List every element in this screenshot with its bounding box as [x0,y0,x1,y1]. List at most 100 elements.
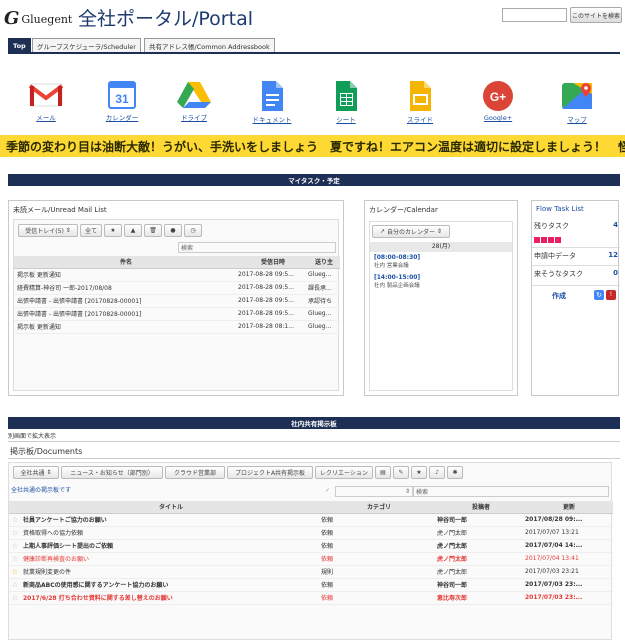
board-row[interactable]: ☆ 上期人事評価シート提出のご依頼 依頼 虎ノ門太郎 2017/07/04 14:... [9,539,613,553]
flow-task-title: Flow Task List [536,205,584,213]
star-icon[interactable]: ☆ [12,555,18,563]
board-tab-common[interactable]: 全社共通 ⇕ [13,466,59,479]
divider [8,458,620,459]
star-icon[interactable]: ☆ [12,581,18,589]
flow-priority-bars [534,237,561,243]
flow-item-remaining[interactable]: 残りタスク 4 [534,221,618,235]
board-tab-cloud-sales[interactable]: クラウド営業部 [165,466,225,479]
col-category[interactable]: カテゴリ [321,501,437,514]
app-maps[interactable]: マップ [555,80,599,124]
board-section-header: 社内共有掲示板 [8,417,620,429]
mail-toolbar: 受信トレイ(5) ⇕ 全て ★ ▲ 🗑 ● ◷ [18,224,202,237]
mail-search-input[interactable]: 検索 [178,242,336,253]
calendar-event[interactable]: [08:00-08:30] 社内 営業会議 [374,254,510,269]
gluegent-logo[interactable]: G Gluegent [4,8,72,30]
tab-top[interactable]: Top [8,38,31,52]
delete-button[interactable]: 🗑 [144,224,162,237]
star-icon[interactable]: ☆ [12,542,18,550]
app-drive[interactable]: ドライブ [172,80,216,124]
app-googleplus[interactable]: G+ Google+ [476,80,520,124]
mail-subject: 出張申請書 - 出張申請書 [20170828-00001] [14,294,238,308]
priority-chip [534,237,540,243]
refresh-icon[interactable]: ↻ [594,290,604,300]
col-subject[interactable]: 件名 [14,256,238,269]
board-row-title: 2017/6/28 打ち合わせ資料に関する差し替えのお願い [21,591,321,605]
mail-date: 2017-08-28 09:5... [238,294,308,308]
document-button[interactable]: ▤ [375,466,391,479]
star-cell: ☆ [9,513,21,527]
edit-button[interactable]: ✎ [393,466,409,479]
flow-item-label: 申請中データ [534,252,576,260]
app-gmail[interactable]: メール [24,80,68,124]
edit-filter-icon[interactable]: ✓ [325,487,333,495]
star-filter-button[interactable]: ★ [411,466,427,479]
board-row-date: 2017/07/04 14:... [525,539,613,553]
notification-button[interactable]: ♪ [429,466,445,479]
divider [532,285,620,286]
board-breadcrumb[interactable]: 全社共通の掲示板です [11,485,71,494]
flow-create-link[interactable]: 作成 [552,291,566,301]
app-label: ドライブ [181,114,207,122]
my-calendar-select[interactable]: ↗ 自分のカレンダー ⇕ [372,225,450,238]
star-filter-button[interactable]: ★ [104,224,122,237]
site-search-button[interactable]: このサイトを検索 [570,7,622,23]
app-slides[interactable]: スライド [398,80,442,124]
app-label: カレンダー [105,114,139,122]
mail-row[interactable]: 掲示板 更新通知 2017-08-28 08:1... Glueg... [14,320,340,334]
board-tab-label: 全社共通 [20,470,45,477]
star-icon[interactable]: ☆ [12,516,18,524]
board-search-input[interactable]: 検索 [413,486,609,497]
board-tab-news[interactable]: ニュース・お知らせ（部門別） [61,466,163,479]
board-row[interactable]: ☆ 新商品ABCの使用感に関するアンケート協力のお願い 依頼 神谷司一郎 2017/07… [9,578,613,592]
site-search-input[interactable] [502,8,567,22]
mail-row[interactable]: 出張申請書 - 出張申請書 [20170828-00001] 2017-08-28… [14,307,340,321]
board-row-date: 2017/08/28 09:... [525,513,613,527]
flow-item-count: 12 [608,251,618,259]
board-row[interactable]: ☆ 社員アンケートご協力のお願い 依頼 神谷司一郎 2017/08/28 09:... [9,513,613,527]
app-calendar[interactable]: 31 カレンダー [100,80,144,124]
mail-row[interactable]: 掲示板 更新通知 2017-08-28 09:5... Glueg... [14,268,340,282]
category-select[interactable]: ⇕ [335,486,413,497]
event-time: [08:00-08:30] [374,254,421,261]
filter-all-button[interactable]: 全て [80,224,102,237]
flow-task-panel: Flow Task List 残りタスク 4 申請中データ 12 来そうなタスク… [531,200,620,396]
tab-scheduler[interactable]: グループスケジューラ/Scheduler [32,38,141,52]
board-row-category: 依頼 [321,513,437,527]
app-docs[interactable]: ドキュメント [250,80,294,124]
calendar-day-header: 28(月) [370,242,512,252]
col-updated[interactable]: 更新 [525,501,613,514]
col-title[interactable]: タイトル [21,501,321,514]
announcement-text: 季節の変わり目は油断大敵！うがい、手洗いをしましょう 夏ですね！エアコン温度は適… [6,140,625,154]
app-sheets[interactable]: シート [324,80,368,124]
clock-filter-button[interactable]: ◷ [184,224,202,237]
board-row-author: 虎ノ門太郎 [437,539,525,553]
calendar-event[interactable]: [14:00-15:00] 社内 製品企画会議 [374,274,510,289]
board-tab-recreation[interactable]: レクリエーション [315,466,373,479]
expand-link[interactable]: 別画面で拡大表示 [8,431,56,440]
board-row-category: 依頼 [321,552,437,566]
board-row[interactable]: ☆ 健康診断再検査のお願い 依頼 虎ノ門太郎 2017/07/04 13:41 [9,552,613,566]
folder-select[interactable]: 受信トレイ(5) ⇕ [18,224,78,237]
important-filter-button[interactable]: ▲ [124,224,142,237]
settings-button[interactable]: ✱ [447,466,463,479]
alert-icon[interactable]: ! [606,290,616,300]
col-date[interactable]: 受信日時 [238,256,308,269]
board-row[interactable]: ☆ 就業規則変更の件 規則 虎ノ門太郎 2017/07/03 23:21 [9,565,613,579]
board-row-author: 虎ノ門太郎 [437,565,525,579]
mail-date: 2017-08-28 09:5... [238,268,308,282]
board-row[interactable]: ☆ 2017/6/28 打ち合わせ資料に関する差し替えのお願い 依頼 恵比寿次郎 201… [9,591,613,605]
star-icon[interactable]: ☆ [12,568,18,576]
board-tab-project-a[interactable]: プロジェクトA共有掲示板 [227,466,313,479]
tab-addressbook[interactable]: 共有アドレス帳/Common Addressbook [144,38,275,52]
flow-item-applying[interactable]: 申請中データ 12 [534,251,618,265]
chat-filter-button[interactable]: ● [164,224,182,237]
mail-row[interactable]: 出張申請書 - 出張申請書 [20170828-00001] 2017-08-28… [14,294,340,308]
col-author[interactable]: 投稿者 [437,501,525,514]
star-icon[interactable]: ☆ [12,529,18,537]
flow-item-upcoming[interactable]: 来そうなタスク 0 [534,269,618,283]
board-row[interactable]: ☆ 資格取得への協力依頼 依頼 虎ノ門太郎 2017/07/07 13:21 [9,526,613,540]
star-icon[interactable]: ☆ [12,594,18,602]
mail-row[interactable]: 経費精算-神谷司 一郎-2017/08/08 2017-08-28 09:5...… [14,281,340,295]
col-from[interactable]: 送り主 [308,256,340,269]
star-cell: ☆ [9,539,21,553]
